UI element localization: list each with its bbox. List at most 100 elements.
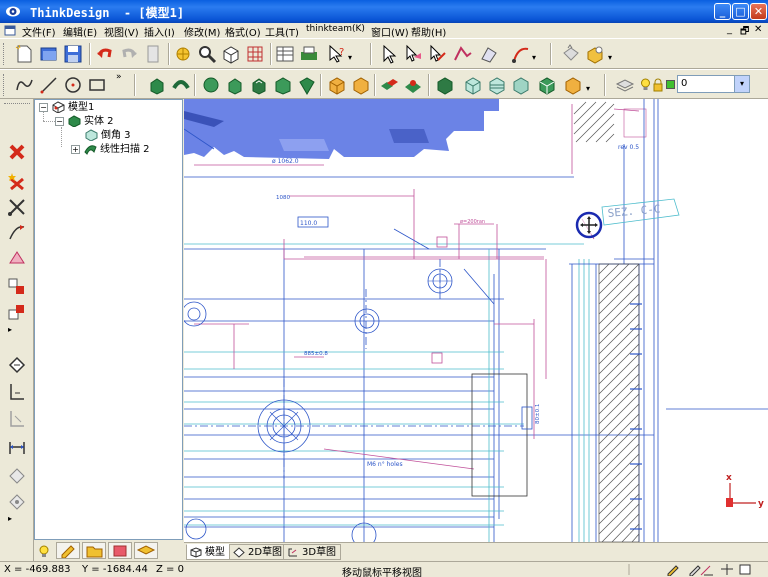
undo-icon[interactable]	[94, 43, 116, 65]
new-file-icon[interactable]	[13, 43, 35, 65]
print-icon[interactable]	[298, 43, 320, 65]
tab-layers[interactable]	[134, 542, 158, 559]
render-icon[interactable]	[584, 43, 606, 65]
toolbar-grip[interactable]	[3, 43, 6, 65]
collapse-icon[interactable]: −	[39, 102, 48, 112]
boolean-subtract-icon[interactable]	[402, 74, 424, 96]
select-arrow-icon[interactable]	[378, 43, 400, 65]
circle-icon[interactable]	[62, 74, 84, 96]
copy-icon[interactable]	[142, 43, 164, 65]
tree-node-sweep[interactable]: + 线性扫描 2	[71, 143, 150, 157]
menu-format[interactable]: 格式(O)	[225, 24, 261, 39]
layer-manager-icon[interactable]	[614, 74, 636, 96]
trim-icon[interactable]	[6, 196, 28, 218]
hole-icon[interactable]	[296, 74, 318, 96]
collapse-icon[interactable]: −	[55, 116, 64, 126]
doc-minimize-button[interactable]: _	[727, 24, 732, 35]
minimize-button[interactable]: _	[714, 3, 731, 20]
delete-star-icon[interactable]	[6, 171, 28, 193]
fillet-icon[interactable]	[200, 74, 222, 96]
toolbar-grip[interactable]	[3, 74, 6, 96]
mirror-icon[interactable]	[6, 247, 28, 269]
menu-view[interactable]: 视图(V)	[104, 24, 139, 39]
view-cube-icon[interactable]	[220, 43, 242, 65]
solid-shade-icon[interactable]	[434, 74, 456, 96]
menu-modify[interactable]: 修改(M)	[184, 24, 220, 39]
annotation-icon[interactable]	[6, 465, 28, 487]
hidden-line-icon[interactable]	[510, 74, 532, 96]
menu-window[interactable]: 窗口(W)	[371, 24, 409, 39]
status-grid-icon[interactable]	[720, 563, 734, 576]
view-icon[interactable]	[738, 563, 752, 576]
redo-icon[interactable]	[118, 43, 140, 65]
curve-snap-icon[interactable]	[510, 43, 532, 65]
menu-thinkteam[interactable]: thinkteam(K)	[306, 24, 365, 34]
grid-icon[interactable]	[244, 43, 266, 65]
box-icon[interactable]	[326, 74, 348, 96]
linear-dimension-icon[interactable]	[6, 436, 28, 458]
cad-drawing-canvas[interactable]: SEZ. C-C ø 1062.0 1080 110.0 ø=200ran 88…	[184, 99, 768, 542]
draft-icon[interactable]	[272, 74, 294, 96]
doc-close-button[interactable]: ✕	[754, 24, 762, 35]
revolve-icon[interactable]	[170, 74, 192, 96]
graphics-viewport[interactable]: SEZ. C-C ø 1062.0 1080 110.0 ø=200ran 88…	[184, 99, 768, 542]
tree-node-solid[interactable]: − 实体 2	[55, 115, 114, 129]
zoom-icon[interactable]	[196, 43, 218, 65]
delete-icon[interactable]	[6, 141, 28, 163]
select-face-icon[interactable]	[478, 43, 500, 65]
angle-dimension-icon[interactable]	[6, 381, 28, 403]
symbol-icon[interactable]	[6, 491, 28, 513]
tab-3d-sketch[interactable]: 3D草图	[283, 544, 342, 560]
chamfer-icon[interactable]	[224, 74, 246, 96]
tree-node-chamfer[interactable]: 倒角 3	[85, 129, 131, 143]
cylinder-icon[interactable]	[350, 74, 372, 96]
rectangle-icon[interactable]	[86, 74, 108, 96]
smart-select-icon[interactable]	[172, 43, 194, 65]
shaded-edges-icon[interactable]	[536, 74, 558, 96]
select-chain-icon[interactable]	[452, 43, 474, 65]
dimension-icon[interactable]	[6, 354, 28, 376]
select-edge-icon[interactable]	[426, 43, 448, 65]
layer-visible-bulb-icon[interactable]	[640, 78, 651, 92]
menu-edit[interactable]: 编辑(E)	[63, 24, 97, 39]
more-tools-chevron[interactable]: »	[116, 72, 122, 82]
tab-model[interactable]: 模型	[186, 544, 230, 560]
radius-dimension-icon[interactable]	[6, 408, 28, 430]
layer-select[interactable]: 0 ▾	[677, 75, 750, 93]
transform-icon[interactable]	[6, 302, 28, 324]
spline-icon[interactable]	[13, 74, 35, 96]
save-icon[interactable]	[62, 43, 84, 65]
material-icon[interactable]	[560, 43, 582, 65]
menu-tools[interactable]: 工具(T)	[265, 24, 299, 39]
tab-folder[interactable]	[82, 542, 106, 559]
shell-icon[interactable]	[248, 74, 270, 96]
sketch-mode-icon[interactable]	[700, 563, 714, 576]
line-icon[interactable]	[38, 74, 60, 96]
chevron-down-icon[interactable]: ▾	[734, 76, 749, 92]
tab-2d-sketch[interactable]: 2D草图	[229, 544, 288, 560]
snap-pencil-icon[interactable]	[666, 563, 680, 577]
layer-color-swatch[interactable]	[666, 80, 675, 89]
boolean-union-icon[interactable]	[378, 74, 400, 96]
toolbar-grip[interactable]	[4, 103, 30, 106]
wireframe-cube-icon[interactable]	[462, 74, 484, 96]
tree-node-model[interactable]: − 模型1	[39, 101, 94, 115]
tab-render[interactable]	[108, 542, 132, 559]
section-view-icon[interactable]	[486, 74, 508, 96]
menu-help[interactable]: 帮助(H)	[411, 24, 446, 39]
table-icon[interactable]	[274, 43, 296, 65]
help-dropdown-arrow[interactable]: ▾	[348, 53, 352, 62]
select-surface-icon[interactable]	[402, 43, 424, 65]
extrude-icon[interactable]	[146, 74, 168, 96]
bulb-tab-icon[interactable]	[37, 544, 51, 558]
menu-file[interactable]: 文件(F)	[22, 24, 56, 39]
help-cursor-icon[interactable]: ?	[326, 43, 348, 65]
close-button[interactable]: ✕	[750, 3, 767, 20]
maximize-button[interactable]: □	[732, 3, 749, 20]
visual-style-icon[interactable]	[562, 74, 584, 96]
solid-body[interactable]	[184, 99, 499, 159]
document-icon[interactable]	[4, 25, 16, 36]
open-file-icon[interactable]	[38, 43, 60, 65]
expand-icon[interactable]: +	[71, 144, 80, 154]
layer-lock-icon[interactable]	[653, 78, 663, 92]
